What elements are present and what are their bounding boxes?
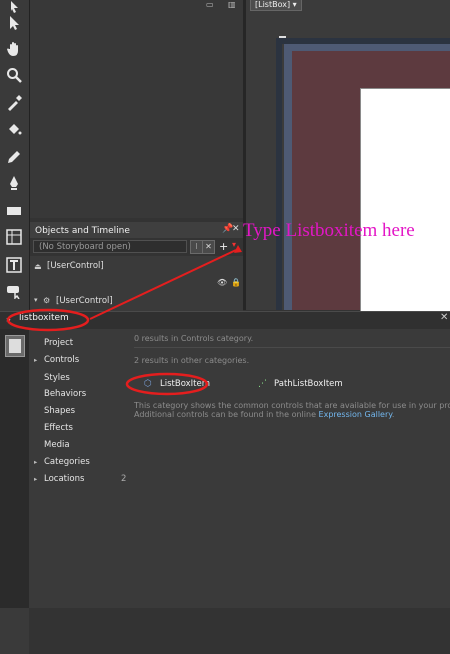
objects-panel-upper — [30, 0, 243, 218]
category-project[interactable]: Project — [44, 338, 73, 348]
assets-chevron-icon[interactable]: » — [6, 315, 11, 324]
category-categories[interactable]: Categories — [44, 457, 90, 467]
breadcrumb-listbox[interactable]: [ListBox] ▾ — [250, 0, 302, 11]
category-styles[interactable]: Styles — [44, 373, 70, 383]
assets-search-input[interactable]: listboxitem — [19, 313, 69, 323]
category-list — [29, 329, 129, 608]
usercontrol-node-icon: ⚙ — [43, 296, 51, 305]
panel-title: Objects and Timeline — [35, 226, 130, 236]
zoom-icon[interactable] — [4, 66, 24, 84]
category-arrow[interactable]: ▸ — [34, 458, 37, 466]
close-icon[interactable]: ✕ — [440, 312, 448, 323]
chevron-down-icon[interactable]: ▾ — [232, 240, 236, 249]
eyedropper-icon[interactable] — [4, 94, 24, 112]
listboxitem-icon: ⬡ — [144, 379, 152, 389]
up-scope-icon[interactable]: ⏏ — [34, 262, 42, 271]
paint-bucket-icon[interactable] — [4, 120, 24, 138]
grid-layout-icon[interactable] — [4, 228, 24, 246]
pencil-icon[interactable] — [4, 148, 24, 166]
panel-split-icon[interactable]: ▥ — [228, 0, 236, 9]
eye-icon[interactable]: 👁 — [217, 278, 227, 287]
new-storyboard-button[interactable]: + — [219, 240, 228, 253]
category-locations[interactable]: Locations — [44, 474, 84, 484]
category-description: This category shows the common controls … — [134, 401, 450, 410]
results-in-category: 0 results in Controls category. — [134, 334, 254, 343]
left-ruler — [276, 44, 282, 310]
close-storyboard-icon[interactable]: ✕ — [202, 240, 215, 254]
pathlistboxitem-icon: ⋰ — [258, 379, 267, 389]
gallery-hint-end: . — [391, 410, 395, 419]
asset-pathlistboxitem[interactable]: PathListBoxItem — [274, 379, 343, 389]
selection-arrow-icon[interactable] — [4, 14, 24, 32]
storyboard-picker[interactable]: (No Storyboard open) — [33, 240, 187, 253]
category-behaviors[interactable]: Behaviors — [44, 389, 86, 399]
rectangle-icon[interactable] — [4, 202, 24, 220]
pan-hand-icon[interactable] — [4, 40, 24, 58]
category-media[interactable]: Media — [44, 440, 70, 450]
gallery-hint-text: Additional controls can be found in the … — [134, 410, 319, 419]
panel-footer — [0, 608, 450, 654]
button-control-icon[interactable] — [4, 282, 24, 300]
category-effects[interactable]: Effects — [44, 423, 73, 433]
expression-gallery-link[interactable]: Expression Gallery — [319, 410, 392, 419]
panel-layout-icon[interactable]: ▭ — [206, 0, 214, 9]
category-arrow[interactable]: ▸ — [34, 475, 37, 483]
tree-item-usercontrol[interactable]: [UserControl] — [47, 261, 104, 271]
locations-count: 2 — [121, 474, 127, 484]
textblock-icon[interactable] — [4, 256, 24, 274]
toolbar-footer — [0, 608, 29, 654]
lock-icon[interactable]: 🔒 — [231, 278, 241, 287]
results-area — [129, 329, 450, 608]
assets-view-icon — [9, 339, 21, 353]
user-control-surface[interactable] — [360, 88, 450, 312]
results-other-categories: 2 results in other categories. — [134, 356, 250, 365]
annotation-text: Type Listboxitem here — [243, 220, 415, 241]
assets-toggle-button[interactable] — [5, 335, 25, 357]
category-shapes[interactable]: Shapes — [44, 406, 75, 416]
pen-icon[interactable] — [4, 174, 24, 192]
close-icon[interactable]: ✕ — [232, 224, 240, 234]
expand-arrow-icon[interactable]: ▾ — [34, 296, 38, 304]
tree-item-usercontrol-root[interactable]: [UserControl] — [56, 296, 113, 306]
category-controls[interactable]: Controls — [44, 355, 79, 365]
asset-listboxitem[interactable]: ListBoxItem — [160, 379, 210, 389]
results-divider — [134, 347, 450, 348]
category-arrow[interactable]: ▸ — [34, 356, 37, 364]
gallery-hint: Additional controls can be found in the … — [134, 410, 394, 419]
